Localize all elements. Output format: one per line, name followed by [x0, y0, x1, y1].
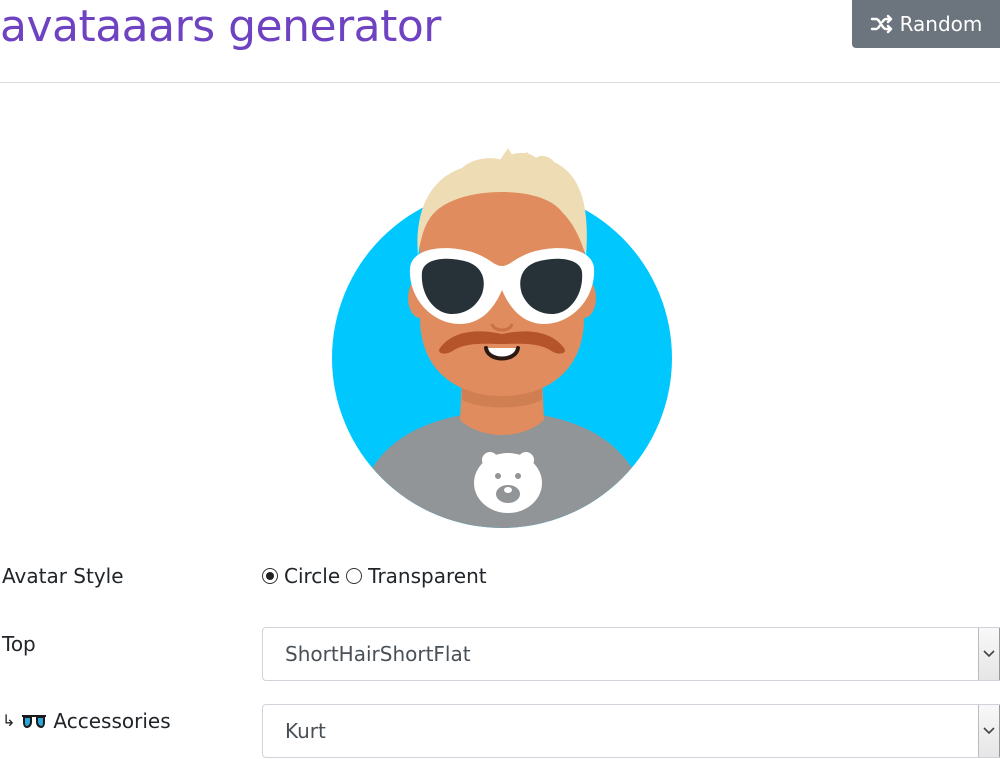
- page: avataaars generator Random Avatar Style …: [0, 0, 1000, 759]
- bear-icon: [474, 452, 542, 513]
- circle-radio[interactable]: [262, 568, 278, 584]
- chevron-down-icon[interactable]: [978, 705, 1000, 757]
- accessories-label-row: ↳ Accessories: [2, 707, 171, 735]
- circle-option-label: Circle: [284, 564, 341, 588]
- top-select-value: ShortHairShortFlat: [285, 642, 471, 666]
- top-select[interactable]: ShortHairShortFlat: [262, 627, 1000, 681]
- random-button-label: Random: [899, 12, 983, 36]
- accessories-select[interactable]: Kurt: [262, 704, 1000, 758]
- transparent-option-label: Transparent: [368, 564, 487, 588]
- avatar-style-option-circle[interactable]: Circle: [262, 562, 340, 590]
- chevron-down-icon[interactable]: [978, 628, 1000, 680]
- avatar-preview: [322, 148, 682, 538]
- header-divider: [0, 82, 1000, 83]
- transparent-radio[interactable]: [346, 568, 363, 584]
- shuffle-icon: [870, 12, 894, 36]
- sub-option-arrow: ↳: [2, 711, 16, 730]
- avatar-style-option-transparent[interactable]: Transparent: [346, 562, 487, 590]
- random-button[interactable]: Random: [852, 0, 1000, 48]
- avatar-style-options: Circle Transparent: [262, 562, 493, 590]
- accessories-select-value: Kurt: [285, 719, 326, 743]
- app-title: avataaars generator: [0, 1, 441, 52]
- avatar-style-label: Avatar Style: [2, 564, 124, 588]
- sunglasses-icon: [21, 713, 47, 729]
- top-label: Top: [2, 632, 36, 656]
- accessories-label: Accessories: [53, 709, 171, 733]
